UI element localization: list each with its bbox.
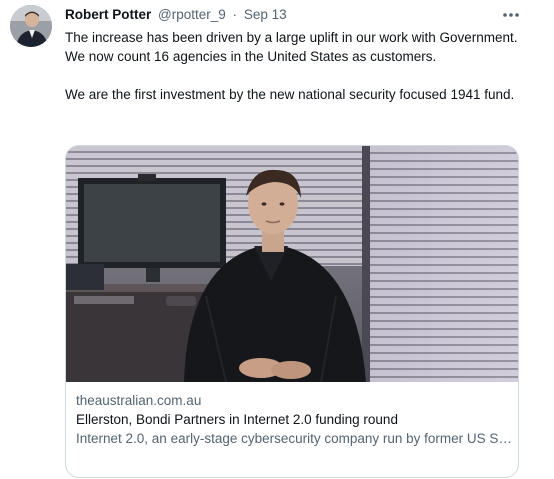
tweet[interactable]: Robert Potter @rpotter_9 · Sep 13 The in…: [0, 0, 554, 479]
avatar-photo: [10, 5, 52, 47]
post-date[interactable]: Sep 13: [244, 7, 287, 22]
card-domain: theaustralian.com.au: [76, 393, 202, 408]
separator-dot: ·: [232, 7, 238, 22]
more-options-icon[interactable]: [500, 6, 522, 24]
link-card[interactable]: theaustralian.com.au Ellerston, Bondi Pa…: [65, 145, 519, 478]
author-handle[interactable]: @rpotter_9: [158, 7, 226, 22]
card-description: Internet 2.0, an early-stage cybersecuri…: [76, 431, 512, 446]
card-meta: theaustralian.com.au Ellerston, Bondi Pa…: [76, 391, 512, 448]
card-image: [66, 146, 518, 382]
card-title[interactable]: Ellerston, Bondi Partners in Internet 2.…: [76, 410, 512, 429]
tweet-header: Robert Potter @rpotter_9 · Sep 13: [65, 6, 287, 24]
tweet-paragraph: The increase has been driven by a large …: [65, 30, 518, 64]
author-avatar[interactable]: [10, 5, 52, 47]
tweet-paragraph: We are the first investment by the new n…: [65, 87, 515, 102]
tweet-text: The increase has been driven by a large …: [65, 28, 535, 104]
author-name[interactable]: Robert Potter: [65, 7, 151, 22]
